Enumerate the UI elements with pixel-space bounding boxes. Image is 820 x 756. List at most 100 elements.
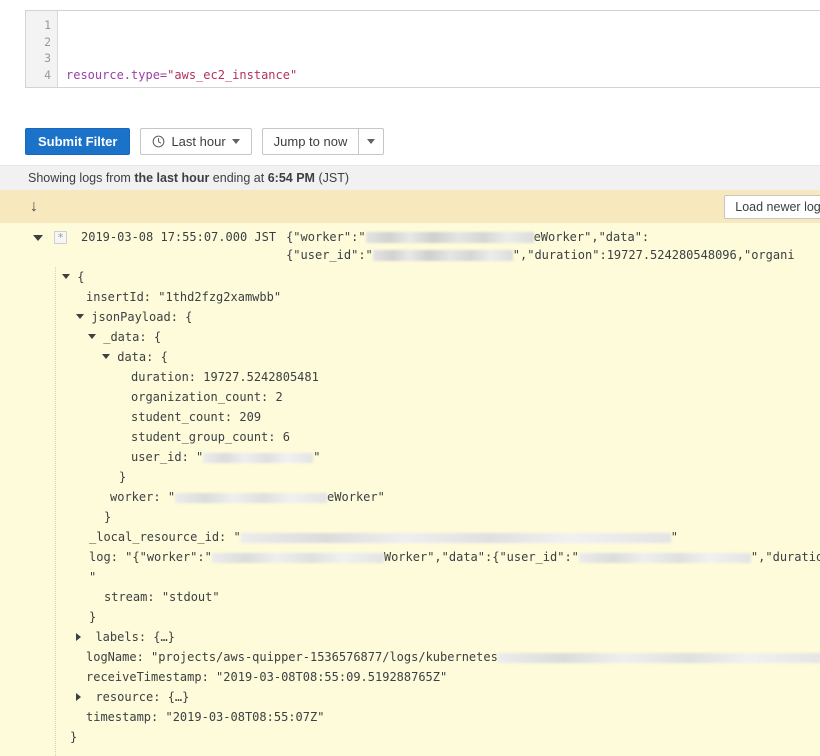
tree-value: {…} — [153, 630, 175, 644]
time-range-label: Last hour — [171, 134, 226, 149]
tree-value: "1thd2fzg2xamwbb" — [158, 290, 282, 304]
colon: : — [138, 630, 154, 644]
jump-to-now-group: Jump to now — [261, 128, 385, 155]
jump-to-now-button[interactable]: Jump to now — [261, 128, 359, 155]
status-suffix: (JST) — [314, 171, 349, 185]
tree-key: labels — [95, 630, 139, 644]
colon: : — [181, 450, 197, 464]
tree-row: logName: "projects/aws-quipper-153657687… — [0, 647, 820, 667]
tree-key: receiveTimestamp — [86, 670, 202, 684]
tree-value: { — [153, 330, 162, 344]
tree-value: "projects/aws-quipper-1536576877/logs/ku… — [151, 650, 498, 664]
tree-row: _local_resource_id: " " — [0, 527, 820, 547]
severity-badge[interactable]: * — [54, 231, 67, 244]
tree-row: { — [0, 267, 820, 287]
tree-row: organization_count: 2 — [0, 387, 820, 407]
editor-line-number-gutter: 1 2 3 4 — [26, 11, 58, 87]
preview-line-2-tail: ","duration":19727.524280548096,"organi — [512, 248, 795, 262]
sp — [81, 690, 95, 704]
tree-key: student_group_count — [131, 430, 269, 444]
tree-key: _local_resource_id — [89, 530, 220, 544]
submit-filter-button[interactable]: Submit Filter — [25, 128, 131, 155]
line-number: 3 — [44, 51, 51, 65]
tree-value: "2019-03-08T08:55:09.519288765Z" — [216, 670, 448, 684]
log-entry-preview: {"worker":" eWorker","data": {"user_id":" "… — [286, 227, 794, 264]
tree-row: student_group_count: 6 — [0, 427, 820, 447]
tree-value-tail: " — [670, 530, 678, 544]
tree-key: student_count — [131, 410, 225, 424]
chevron-down-icon — [367, 139, 376, 144]
status-time: 6:54 PM — [267, 171, 315, 185]
colon: : — [201, 670, 217, 684]
chevron-down-icon — [231, 139, 240, 144]
tree-row: resource: {…} — [0, 687, 820, 707]
tree-key: user_id — [131, 450, 182, 464]
tree-row: } — [0, 607, 820, 627]
line-number: 1 — [44, 18, 51, 32]
editor-code-area[interactable]: resource.type="aws_ec2_instance" labels.… — [58, 11, 820, 87]
tree-row: timestamp: "2019-03-08T08:55:07Z" — [0, 707, 820, 727]
log-entry-json-tree: { insertId: "1thd2fzg2xamwbb" jsonPayloa… — [0, 267, 820, 756]
tree-value: "2019-03-08T08:55:07Z" — [165, 710, 325, 724]
redacted-text — [497, 652, 820, 663]
tree-text: } — [119, 470, 127, 484]
colon: : — [151, 710, 166, 724]
tree-row: student_count: 209 — [0, 407, 820, 427]
jump-to-now-dropdown-button[interactable] — [358, 128, 385, 155]
status-range: the last hour — [134, 171, 210, 185]
load-newer-logs-button[interactable]: Load newer logs — [724, 195, 820, 219]
tree-row: user_id: " " — [0, 447, 820, 467]
tree-row: jsonPayload: { — [0, 307, 820, 327]
tree-value: " — [167, 490, 176, 504]
tree-value: " — [196, 450, 204, 464]
tree-value-tail: Worker","data":{"user_id":" — [383, 550, 579, 564]
tree-value: 19727.5242805481 — [203, 370, 319, 384]
tree-row: worker: " eWorker" — [0, 487, 820, 507]
tree-text: " — [89, 570, 97, 584]
colon: : — [268, 430, 283, 444]
query-editor[interactable]: 1 2 3 4 resource.type="aws_ec2_instance"… — [25, 10, 820, 88]
tree-text: } — [70, 730, 78, 744]
tree-text: } — [89, 610, 97, 624]
time-range-button[interactable]: Last hour — [140, 128, 252, 155]
colon: : — [143, 290, 159, 304]
colon: : — [147, 590, 162, 604]
log-entry-timestamp: 2019-03-08 17:55:07.000 JST — [81, 230, 277, 244]
tree-value-tail: " — [313, 450, 321, 464]
colon: : — [139, 330, 154, 344]
redacted-text — [578, 552, 751, 563]
log-entry-summary-row[interactable]: * 2019-03-08 17:55:07.000 JST {"worker":… — [0, 223, 820, 267]
tree-row: } — [0, 507, 820, 527]
triangle-down-icon[interactable] — [88, 334, 96, 339]
redacted-text — [372, 250, 513, 261]
redacted-text — [175, 492, 328, 503]
tree-key: resource — [95, 690, 154, 704]
colon: : — [188, 370, 204, 384]
triangle-down-icon[interactable] — [33, 235, 43, 241]
tree-value: {…} — [167, 690, 190, 704]
line-number: 4 — [44, 67, 51, 82]
tree-text: } — [104, 510, 112, 524]
tree-value: { — [185, 310, 193, 324]
load-newer-logs-bar[interactable]: ↓ Load newer logs — [0, 190, 820, 223]
redacted-text — [203, 452, 314, 463]
tree-row: " — [0, 567, 820, 587]
tree-text: { — [77, 270, 85, 284]
tree-key: worker — [110, 490, 154, 504]
tree-key: duration — [131, 370, 189, 384]
colon: : — [261, 390, 276, 404]
preview-line-1-head: {"worker":" — [286, 230, 366, 244]
tree-key: logName — [86, 650, 137, 664]
triangle-down-icon[interactable] — [62, 274, 70, 279]
tree-value: " — [233, 530, 241, 544]
tree-key: stream — [104, 590, 148, 604]
preview-line-1-tail: eWorker","data": — [533, 230, 650, 244]
triangle-down-icon[interactable] — [76, 314, 84, 319]
line-number: 2 — [44, 34, 51, 49]
tree-value: "{"worker":" — [125, 550, 212, 564]
tree-row: stream: "stdout" — [0, 587, 820, 607]
tree-key: insertId — [86, 290, 144, 304]
triangle-down-icon[interactable] — [102, 354, 110, 359]
tree-value-tail: eWorker" — [327, 490, 385, 504]
tree-row: log: "{"worker":" Worker","data":{"user_i… — [0, 547, 820, 567]
